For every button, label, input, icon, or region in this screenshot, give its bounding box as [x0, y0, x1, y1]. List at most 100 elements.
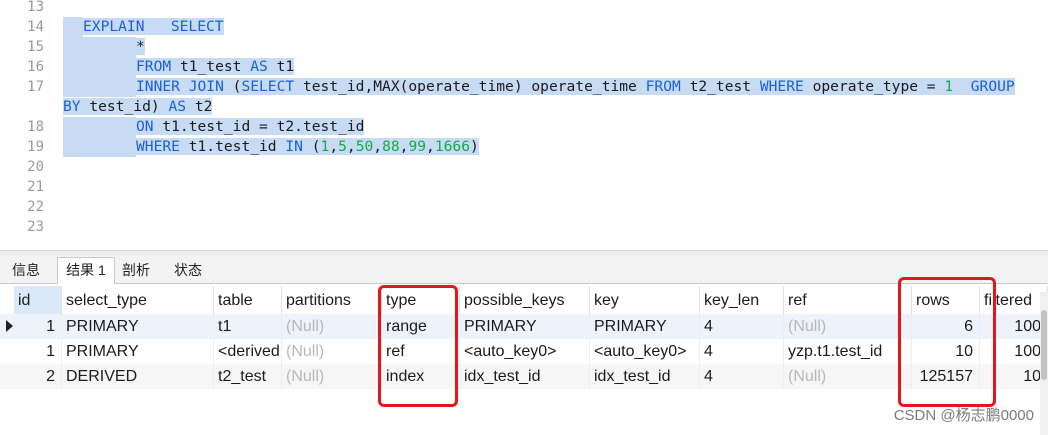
cell-ref[interactable]: (Null)	[784, 364, 912, 389]
line-number: 14	[27, 19, 44, 35]
scrollbar-thumb[interactable]	[1041, 310, 1047, 380]
sql-keyword: ON	[136, 118, 154, 135]
highlight-box-rows	[898, 277, 996, 407]
sql-text: t2	[186, 98, 213, 115]
code-line: *	[63, 37, 145, 57]
cell-possible-keys[interactable]: <auto_key0>	[460, 339, 590, 364]
code-line: INNER JOIN (SELECT test_id,MAX(operate_t…	[63, 77, 1015, 97]
sql-number: 5	[338, 138, 347, 155]
code-line: FROM t1_test AS t1	[63, 57, 295, 77]
cell-id[interactable]: 2	[14, 364, 62, 389]
cell-possible-keys[interactable]: PRIMARY	[460, 314, 590, 339]
cell-key-len[interactable]: 4	[700, 314, 784, 339]
sql-keyword: WHERE	[136, 138, 180, 155]
line-number: 19	[27, 139, 44, 155]
cell-id[interactable]: 1	[14, 314, 62, 339]
column-header-table[interactable]: table	[214, 286, 282, 314]
tab-status[interactable]: 状态	[166, 259, 210, 282]
code-line: ON t1.test_id = t2.test_id	[63, 117, 365, 137]
line-number: 16	[27, 59, 44, 75]
sql-text: (	[302, 138, 321, 155]
sql-text: (	[223, 78, 242, 95]
table-row[interactable]: 1 PRIMARY t1 (Null) range PRIMARY PRIMARY 4 (Nul…	[0, 314, 1048, 339]
cell-ref[interactable]: yzp.t1.test_id	[784, 339, 912, 364]
column-header-key[interactable]: key	[590, 286, 700, 314]
cell-id[interactable]: 1	[14, 339, 62, 364]
sql-number: 1	[320, 138, 330, 155]
result-grid: id select_type table partitions type possible…	[0, 286, 1048, 435]
sql-text: ,	[346, 138, 356, 155]
sql-keyword: AS	[250, 58, 268, 75]
tab-profile[interactable]: 剖析	[114, 259, 158, 282]
cell-key-len[interactable]: 4	[700, 339, 784, 364]
cell-key[interactable]: <auto_key0>	[590, 339, 700, 364]
selection-indent	[63, 117, 136, 137]
sql-keyword: INNER JOIN	[136, 78, 224, 95]
cell-partitions[interactable]: (Null)	[282, 339, 382, 364]
table-row[interactable]: 1 PRIMARY <derived (Null) ref <auto_key0> <aut…	[0, 339, 1048, 364]
sql-text: test_id,MAX(operate_time) operate_time	[294, 78, 646, 95]
sql-number: 50	[355, 138, 374, 155]
line-number: 21	[27, 179, 44, 195]
column-header-ref[interactable]: ref	[784, 286, 912, 314]
table-row[interactable]: 2 DERIVED t2_test (Null) index idx_test_id idx…	[0, 364, 1048, 389]
sql-text	[953, 78, 971, 95]
tab-info[interactable]: 信息	[4, 259, 48, 282]
sql-text: t2_test	[680, 78, 760, 95]
cell-partitions[interactable]: (Null)	[282, 314, 382, 339]
sql-text: ,	[373, 138, 383, 155]
selection-indent	[63, 37, 136, 57]
selection-indent	[63, 57, 136, 77]
column-header-partitions[interactable]: partitions	[282, 286, 382, 314]
sql-keyword: SELECT	[241, 78, 295, 95]
watermark: CSDN @杨志鹏0000	[893, 407, 1034, 424]
cell-key-len[interactable]: 4	[700, 364, 784, 389]
sql-keyword: AS	[168, 98, 187, 115]
sql-keyword: WHERE	[759, 78, 804, 95]
cell-key[interactable]: PRIMARY	[590, 314, 700, 339]
sql-text: ,	[329, 138, 339, 155]
sql-keyword: FROM	[136, 58, 172, 75]
cell-table[interactable]: t1	[214, 314, 282, 339]
cell-key[interactable]: idx_test_id	[590, 364, 700, 389]
vertical-scrollbar[interactable]	[1040, 292, 1048, 435]
sql-number: 1	[944, 78, 954, 95]
cell-table[interactable]: <derived	[214, 339, 282, 364]
cell-select-type[interactable]: PRIMARY	[62, 339, 214, 364]
line-number: 23	[27, 219, 44, 235]
cell-table[interactable]: t2_test	[214, 364, 282, 389]
line-number: 17	[27, 79, 44, 95]
cell-ref[interactable]: (Null)	[784, 314, 912, 339]
sql-text: )	[470, 138, 479, 155]
sql-text: *	[136, 38, 145, 55]
line-number: 13	[27, 0, 44, 15]
line-number: 18	[27, 119, 44, 135]
column-header-id[interactable]: id	[14, 286, 62, 314]
line-number: 22	[27, 199, 44, 215]
line-number: 15	[27, 39, 44, 55]
selection-indent	[63, 137, 136, 157]
cell-select-type[interactable]: DERIVED	[62, 364, 214, 389]
cell-select-type[interactable]: PRIMARY	[62, 314, 214, 339]
selection-indent	[63, 77, 136, 97]
sql-keyword: BY	[63, 98, 81, 115]
sql-keyword: EXPLAIN SELECT	[83, 18, 224, 35]
sql-keyword: FROM	[645, 78, 681, 95]
column-header-key-len[interactable]: key_len	[700, 286, 784, 314]
selection-indent	[63, 17, 83, 37]
current-row-pointer-icon	[6, 320, 13, 332]
column-header-possible-keys[interactable]: possible_keys	[460, 286, 590, 314]
line-number: 20	[27, 159, 44, 175]
sql-keyword: IN	[285, 138, 303, 155]
tab-result-1[interactable]: 结果 1	[57, 257, 115, 284]
code-line: EXPLAIN SELECT	[63, 17, 224, 37]
column-header-select-type[interactable]: select_type	[62, 286, 214, 314]
sql-text: t1_test	[171, 58, 251, 75]
sql-text: test_id)	[80, 98, 169, 115]
cell-partitions[interactable]: (Null)	[282, 364, 382, 389]
cell-possible-keys[interactable]: idx_test_id	[460, 364, 590, 389]
sql-number: 99	[408, 138, 427, 155]
code-line: BY test_id) AS t2	[63, 97, 213, 117]
sql-keyword: GROUP	[970, 78, 1015, 95]
sql-editor[interactable]: 13 14 15 16 17 18 19 20 21 22 23 EXPLAIN SELECT * FR…	[0, 0, 1048, 250]
